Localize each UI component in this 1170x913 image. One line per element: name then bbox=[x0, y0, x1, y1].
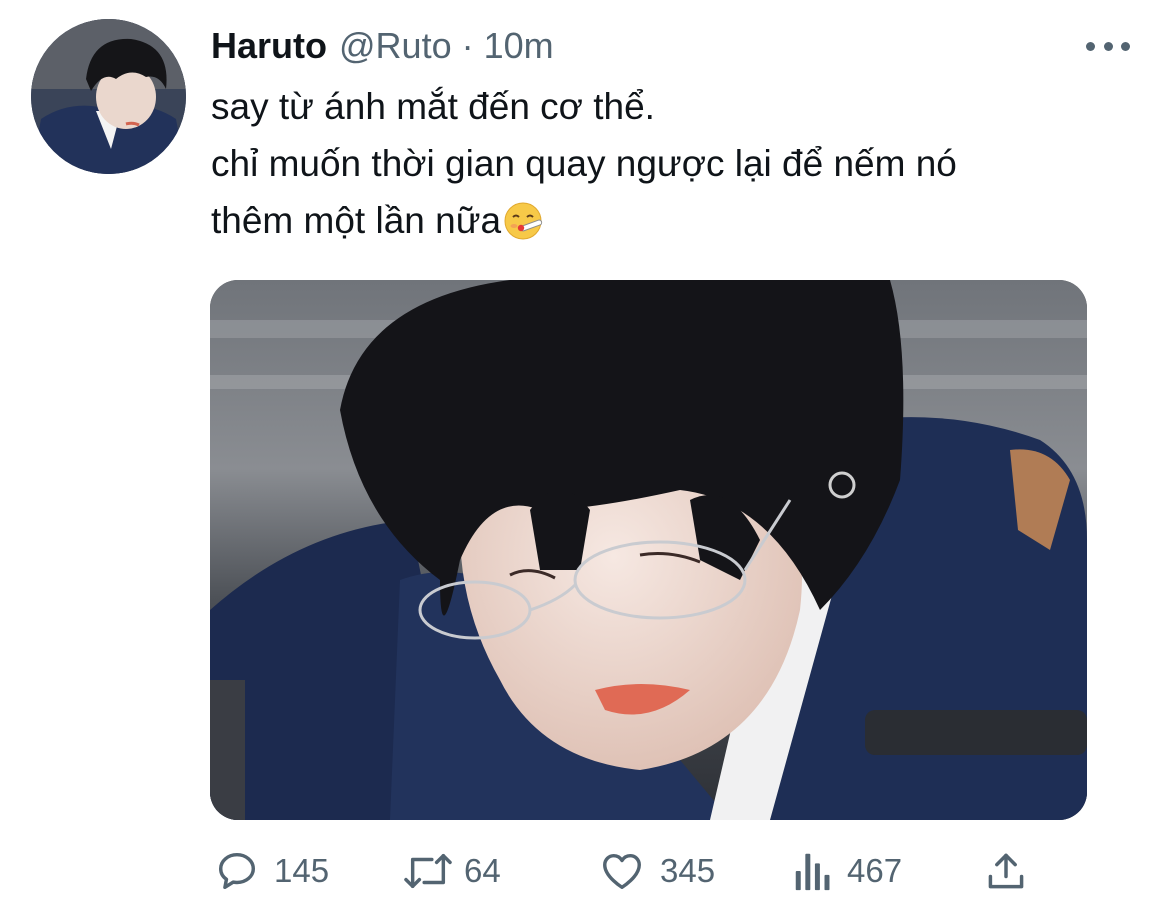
views-icon bbox=[795, 853, 830, 891]
share-icon bbox=[988, 853, 1024, 889]
share-button[interactable] bbox=[984, 845, 1028, 897]
more-dot bbox=[1103, 41, 1113, 51]
tweet-text: say từ ánh mắt đến cơ thể. chỉ muốn thời… bbox=[211, 78, 1131, 249]
more-dot bbox=[1121, 41, 1130, 51]
more-icon[interactable] bbox=[1086, 38, 1130, 54]
display-name[interactable]: Haruto bbox=[211, 24, 327, 68]
tweet-header: Haruto @Ruto · 10m bbox=[211, 24, 554, 68]
tweet-text-line-2: chỉ muốn thời gian quay ngược lại để nếm… bbox=[211, 143, 957, 184]
reply-count: 145 bbox=[274, 852, 330, 889]
retweet-button[interactable]: 64 bbox=[400, 845, 501, 897]
handle[interactable]: @Ruto bbox=[339, 24, 452, 68]
views-count: 467 bbox=[847, 852, 903, 889]
tweet-text-line-1: say từ ánh mắt đến cơ thể. bbox=[211, 86, 655, 127]
action-bar: 145 64 345 467 bbox=[0, 845, 1170, 897]
tweet-text-line-3: thêm một lần nữa bbox=[211, 192, 1131, 249]
separator-dot: · bbox=[461, 25, 474, 66]
tweet-text-line-3-text: thêm một lần nữa bbox=[211, 200, 502, 241]
reply-icon bbox=[218, 852, 256, 890]
like-button[interactable]: 345 bbox=[598, 845, 715, 897]
like-count: 345 bbox=[660, 852, 716, 889]
avatar[interactable] bbox=[31, 19, 186, 174]
retweet-count: 64 bbox=[464, 852, 501, 889]
retweet-icon bbox=[404, 853, 452, 889]
heart-icon bbox=[603, 853, 641, 890]
more-dot bbox=[1086, 41, 1095, 51]
tweet-image[interactable] bbox=[210, 280, 1087, 820]
tweet[interactable]: Haruto @Ruto · 10m say từ ánh mắt đến cơ… bbox=[0, 0, 1170, 913]
reply-button[interactable]: 145 bbox=[214, 845, 329, 897]
views-button[interactable]: 467 bbox=[793, 845, 902, 897]
timestamp[interactable]: 10m bbox=[484, 24, 554, 68]
face-with-thermometer-icon bbox=[504, 202, 543, 240]
